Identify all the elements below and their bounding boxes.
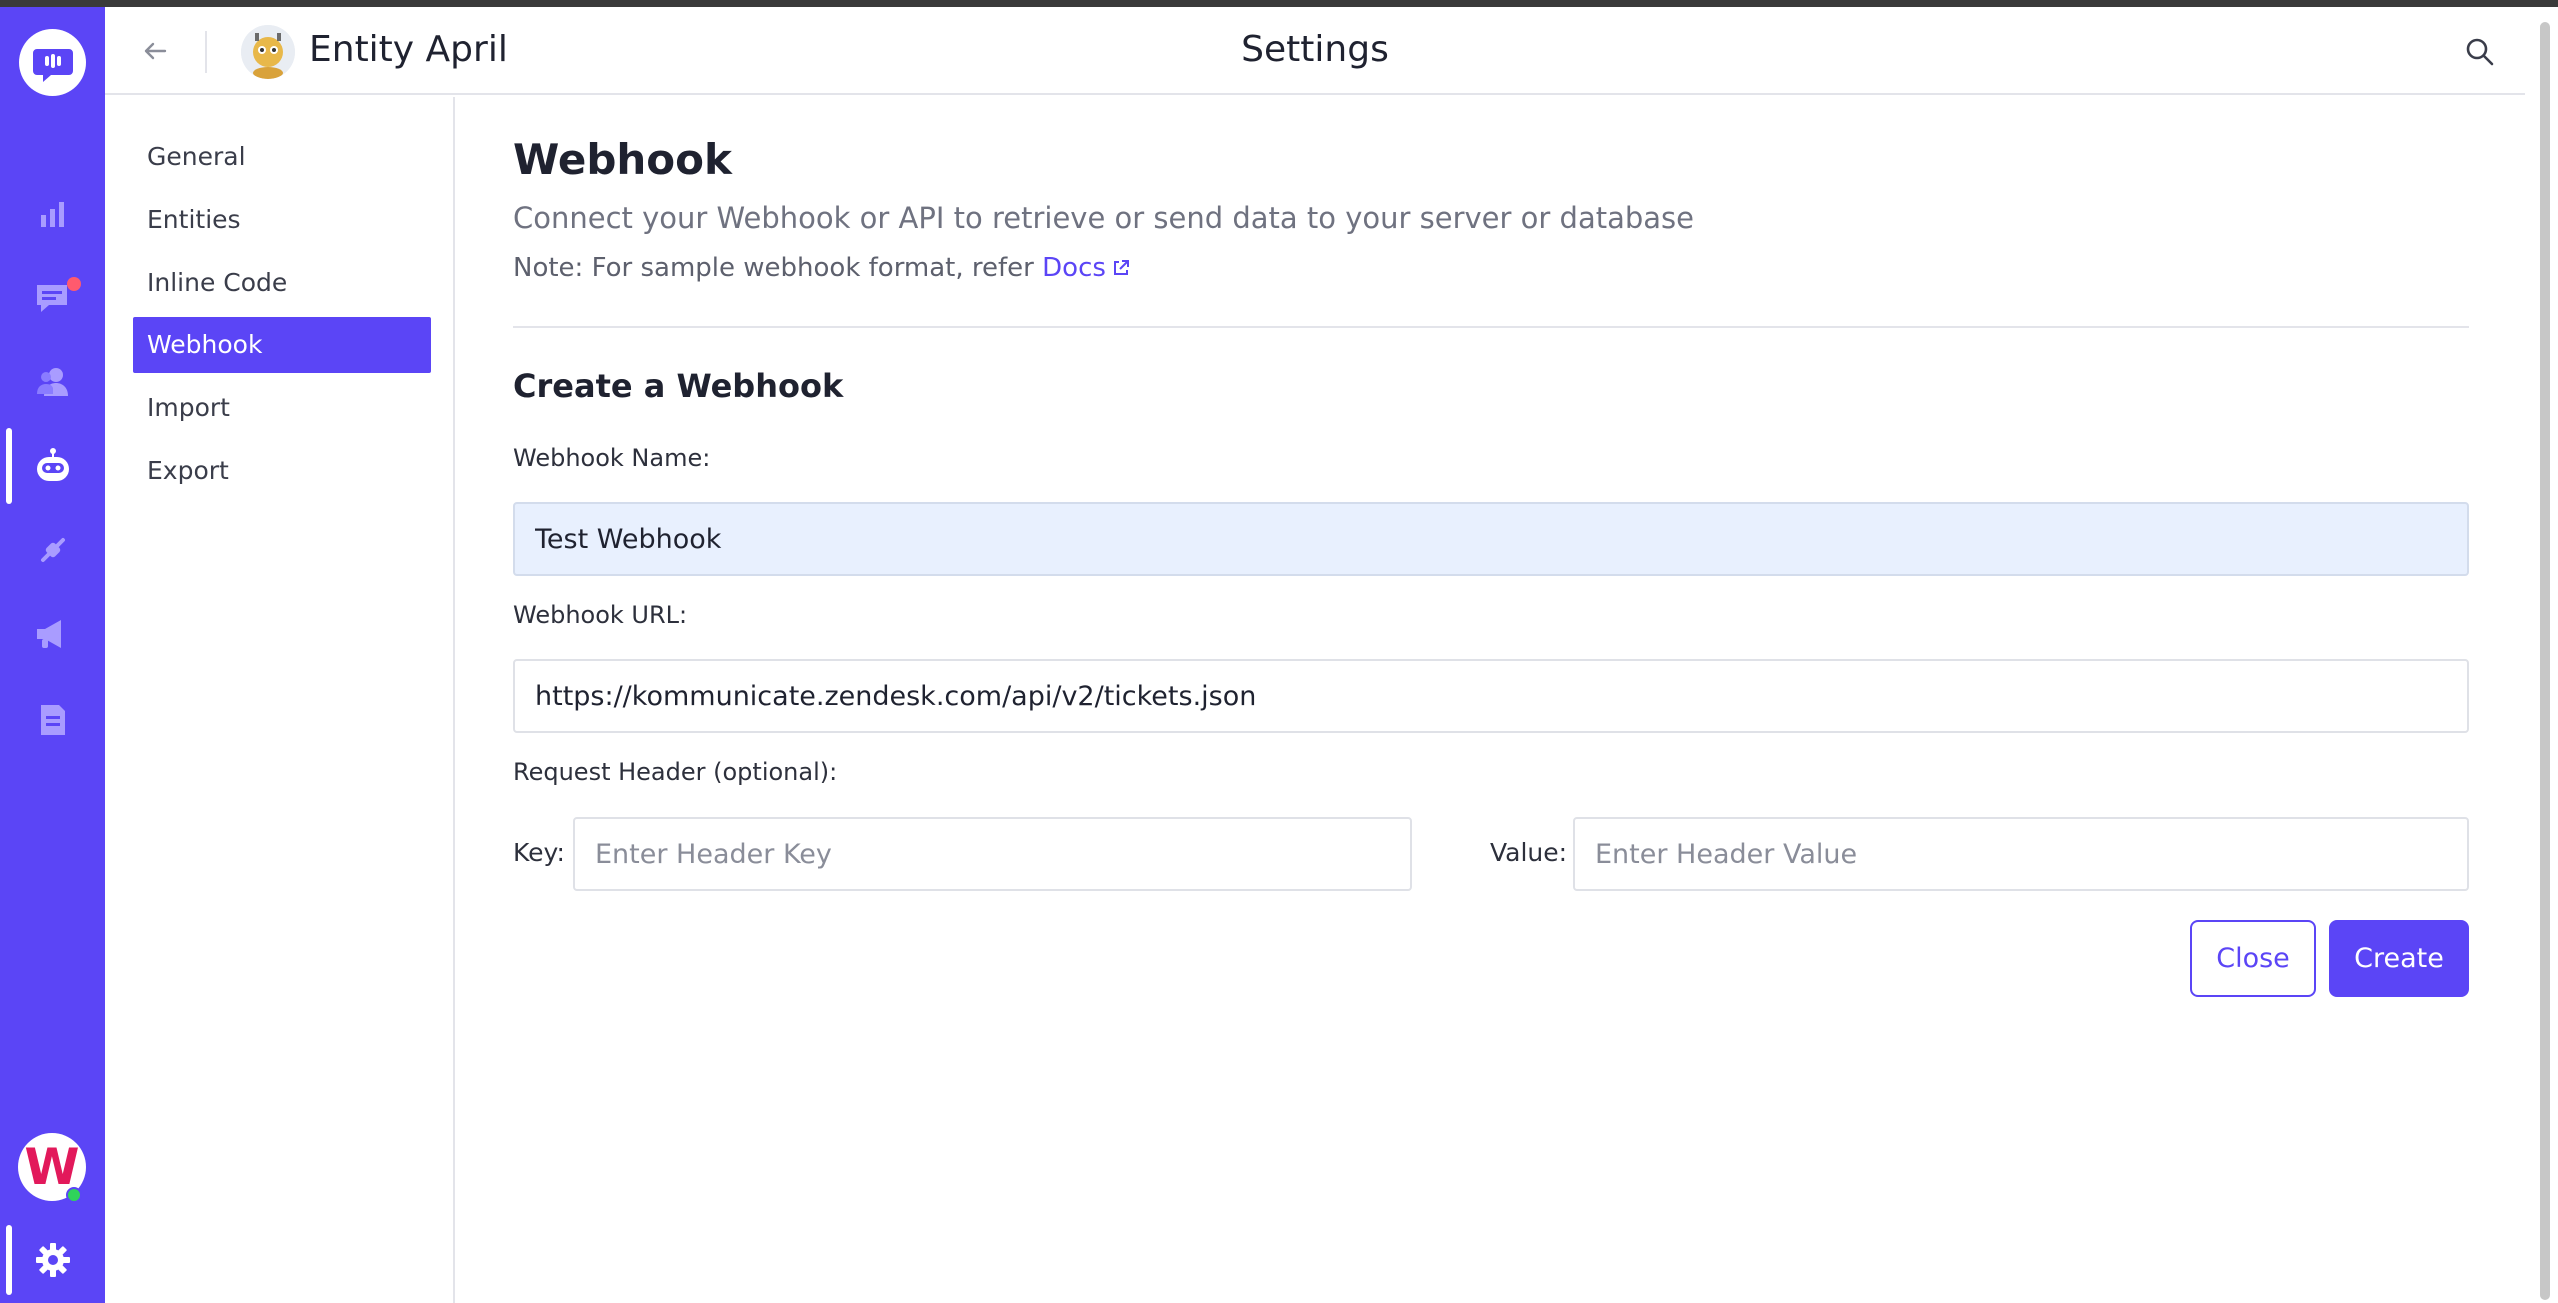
header-key-input[interactable]	[573, 817, 1412, 891]
webhook-url-label: Webhook URL:	[513, 601, 688, 629]
chat-logo-icon	[32, 48, 73, 82]
rail-active-indicator	[6, 428, 12, 504]
integrations-nav[interactable]	[32, 529, 74, 571]
search-icon	[2466, 38, 2494, 66]
webhook-settings-panel: Webhook Connect your Webhook or API to r…	[513, 97, 2469, 1277]
bar-chart-icon	[41, 202, 64, 227]
unread-badge	[67, 277, 81, 291]
docs-note: Note: For sample webhook format, refer D…	[513, 253, 1130, 284]
plug-icon	[41, 538, 65, 562]
top-header: Entity April Settings	[105, 7, 2525, 95]
section-description: Connect your Webhook or API to retrieve …	[513, 201, 1694, 235]
online-status-dot	[66, 1187, 82, 1203]
conversations-icon	[37, 285, 67, 312]
settings-subnav: General Entities Inline Code Webhook Imp…	[105, 97, 455, 1303]
campaigns-nav[interactable]	[32, 613, 74, 655]
app-rail: W	[0, 7, 105, 1303]
header-value-input[interactable]	[1573, 817, 2469, 891]
page-scrollbar[interactable]	[2540, 22, 2550, 1300]
section-divider	[513, 326, 2469, 328]
users-nav[interactable]	[32, 361, 74, 403]
bot-icon	[37, 448, 69, 481]
analytics-nav[interactable]	[32, 193, 74, 235]
close-button[interactable]: Close	[2190, 920, 2316, 997]
docs-link[interactable]: Docs	[1042, 253, 1106, 283]
external-link-icon[interactable]	[1112, 254, 1130, 284]
subnav-item-import[interactable]: Import	[133, 380, 431, 436]
webhook-url-input[interactable]	[513, 659, 2469, 733]
subnav-item-general[interactable]: General	[133, 129, 431, 185]
webhook-name-label: Webhook Name:	[513, 444, 711, 472]
bot-nav[interactable]	[32, 445, 74, 487]
subnav-item-export[interactable]: Export	[133, 443, 431, 499]
header-key-label: Key:	[513, 838, 565, 867]
users-icon	[37, 368, 68, 396]
search-button[interactable]	[2461, 33, 2499, 71]
create-button[interactable]: Create	[2329, 920, 2469, 997]
subnav-item-inline-code[interactable]: Inline Code	[133, 255, 431, 311]
document-icon	[41, 705, 65, 735]
settings-active-indicator	[6, 1225, 12, 1295]
app-logo[interactable]	[19, 29, 86, 96]
page-title: Settings	[1241, 29, 1389, 70]
megaphone-icon	[37, 620, 61, 648]
gear-icon	[36, 1243, 70, 1277]
browser-top-strip	[0, 0, 2558, 7]
subnav-item-webhook[interactable]: Webhook	[133, 317, 431, 373]
request-header-label: Request Header (optional):	[513, 758, 838, 786]
webhook-name-input[interactable]	[513, 502, 2469, 576]
settings-nav[interactable]	[32, 1239, 74, 1281]
reports-nav[interactable]	[32, 699, 74, 741]
subnav-item-entities[interactable]: Entities	[133, 192, 431, 248]
docs-note-text: Note: For sample webhook format, refer	[513, 253, 1034, 283]
create-webhook-heading: Create a Webhook	[513, 367, 844, 405]
section-heading: Webhook	[513, 135, 732, 184]
header-value-label: Value:	[1490, 838, 1568, 867]
